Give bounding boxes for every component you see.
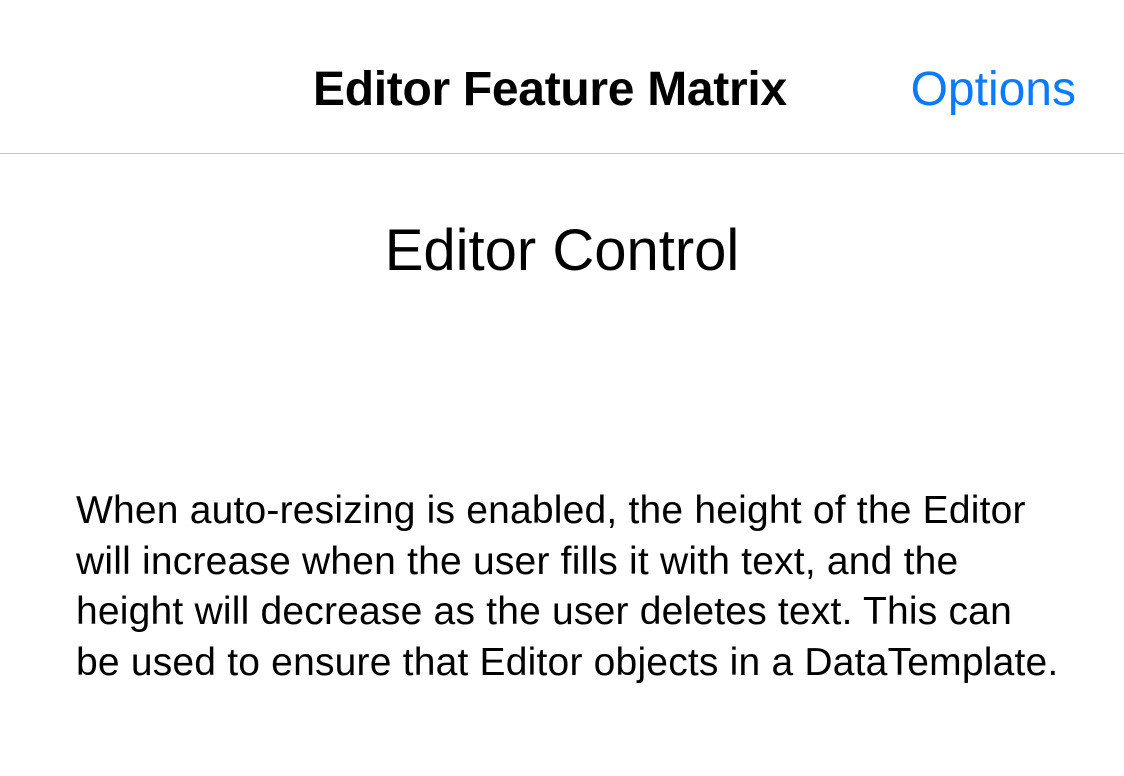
editor-control-heading: Editor Control xyxy=(384,218,740,283)
app-screen: Editor Feature Matrix Options Editor Con… xyxy=(0,0,1124,776)
editor-input[interactable] xyxy=(48,320,1076,470)
page-title: Editor Feature Matrix xyxy=(313,63,787,116)
auto-resize-description: When auto-resizing is enabled, the heigh… xyxy=(76,489,1059,684)
options-button[interactable]: Options xyxy=(911,62,1076,118)
navigation-bar: Editor Feature Matrix Options xyxy=(0,0,1124,154)
